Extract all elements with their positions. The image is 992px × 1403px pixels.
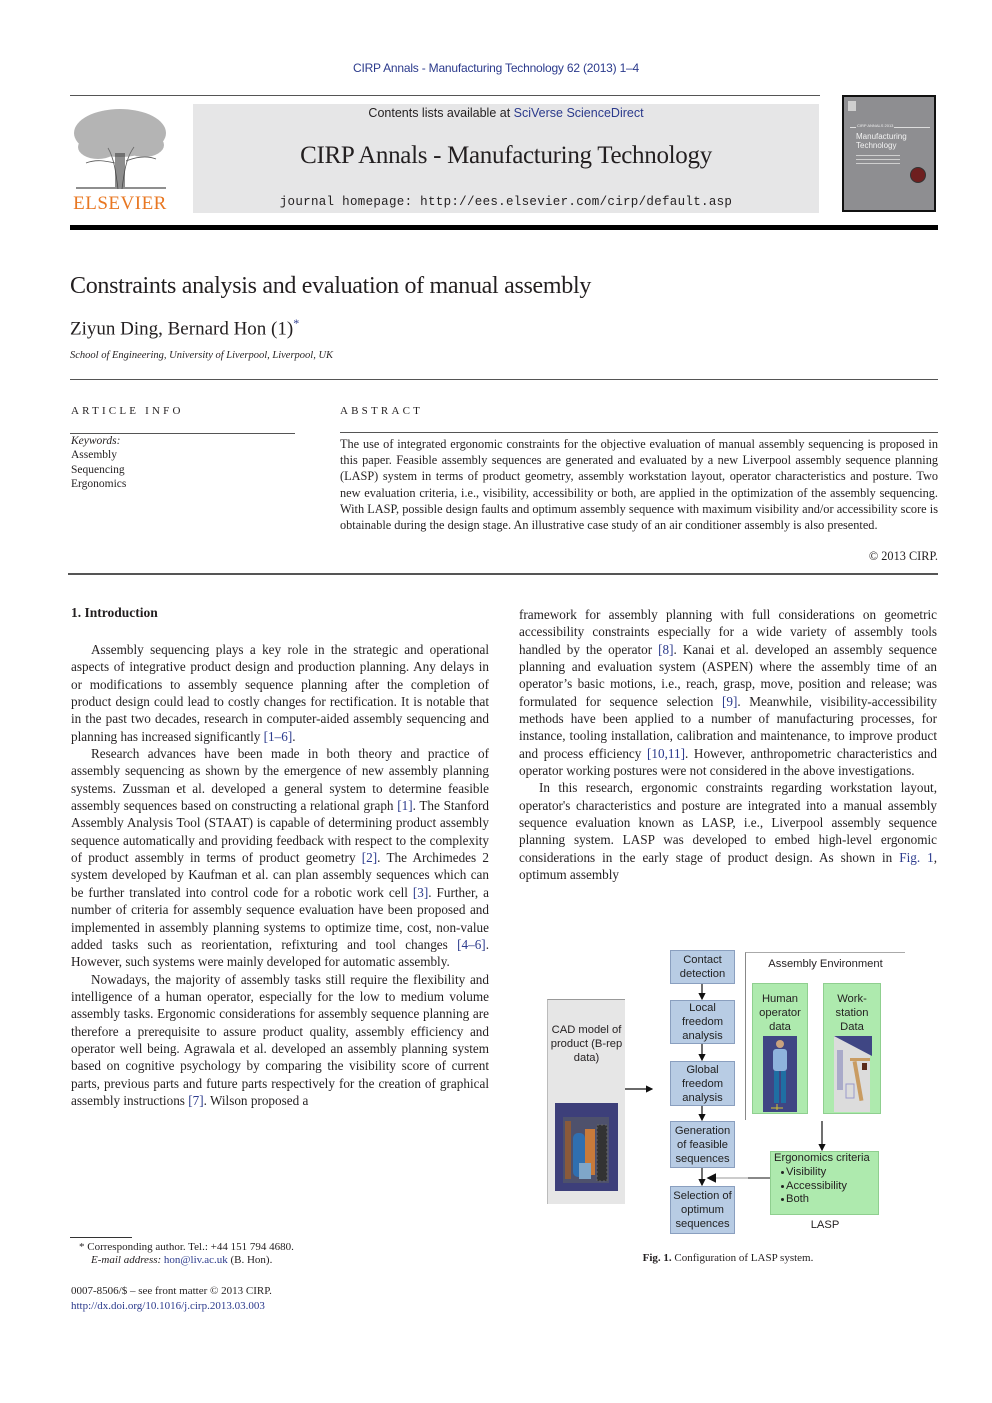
cover-series: CIRP ANNALS 2013 — [856, 123, 895, 128]
journal-banner: Contents lists available at SciVerse Sci… — [193, 104, 819, 213]
corresponding-author-mark[interactable]: * — [293, 316, 299, 330]
journal-title: CIRP Annals - Manufacturing Technology — [300, 142, 712, 169]
paragraph-text: In this research, ergonomic constraints … — [519, 780, 937, 865]
authors: Ziyun Ding, Bernard Hon (1)* — [70, 316, 299, 340]
left-column: Assembly sequencing plays a key role in … — [71, 641, 489, 1109]
figure-caption-label: Fig. 1. — [642, 1252, 672, 1264]
running-head[interactable]: CIRP Annals - Manufacturing Technology 6… — [0, 61, 992, 75]
homepage-url[interactable]: http://ees.elsevier.com/cirp/default.asp — [420, 195, 732, 209]
citation-link[interactable]: [9] — [722, 694, 737, 709]
paragraph-text: Nowadays, the majority of assembly tasks… — [71, 971, 489, 1108]
abstract-rule — [340, 432, 938, 433]
header-rule — [70, 95, 820, 96]
article-title: Constraints analysis and evaluation of m… — [70, 273, 592, 299]
contents-label: Contents lists available at — [368, 106, 514, 120]
paragraph: framework for assembly planning with ful… — [519, 606, 937, 779]
email-suffix: (B. Hon). — [227, 1254, 273, 1266]
abstract-copyright: © 2013 CIRP. — [868, 549, 938, 563]
abstract-text: The use of integrated ergonomic constrai… — [340, 437, 938, 533]
doi-link[interactable]: http://dx.doi.org/10.1016/j.cirp.2013.03… — [71, 1300, 265, 1312]
paragraph: In this research, ergonomic constraints … — [519, 779, 937, 883]
cover-title: Manufacturing Technology — [856, 132, 907, 150]
citation-link[interactable]: [10,11] — [647, 746, 685, 761]
keyword: Assembly — [71, 449, 117, 462]
paragraph: Nowadays, the majority of assembly tasks… — [71, 971, 489, 1110]
elsevier-wordmark: ELSEVIER — [73, 193, 167, 214]
homepage-label: journal homepage: — [279, 195, 421, 209]
figure-arrows — [625, 984, 826, 1187]
citation-link[interactable]: Fig. 1 — [899, 850, 933, 865]
paragraph: Research advances have been made in both… — [71, 745, 489, 970]
citation-link[interactable]: [4–6] — [457, 937, 486, 952]
cover-line — [856, 155, 900, 156]
citation-link[interactable]: [1] — [397, 798, 412, 813]
tree-icon — [74, 109, 166, 190]
cover-line — [856, 163, 900, 164]
cirp-seal-icon — [910, 167, 926, 183]
contents-line: Contents lists available at SciVerse Sci… — [193, 106, 819, 120]
paragraph-text: . — [292, 728, 296, 744]
sciencedirect-link[interactable]: SciVerse ScienceDirect — [514, 106, 644, 120]
figure-caption: Fig. 1. Configuration of LASP system. — [519, 1252, 937, 1264]
elsevier-logo[interactable]: ELSEVIER — [68, 103, 172, 215]
paragraph: Assembly sequencing plays a key role in … — [71, 641, 489, 745]
affiliation: School of Engineering, University of Liv… — [70, 350, 334, 361]
front-matter: 0007-8506/$ – see front matter © 2013 CI… — [71, 1284, 272, 1313]
cover-logo-icon — [848, 101, 856, 111]
keyword: Sequencing — [71, 463, 125, 476]
header-thick-rule — [70, 225, 938, 230]
figure-caption-text: Configuration of LASP system. — [671, 1252, 814, 1264]
keywords-label: Keywords: — [71, 435, 121, 447]
article-info-heading: ARTICLE INFO — [71, 405, 184, 417]
issn-line: 0007-8506/$ – see front matter © 2013 CI… — [71, 1285, 272, 1297]
abstract-bottom-rule — [68, 573, 938, 575]
footnote-rule — [70, 1237, 132, 1238]
homepage-line: journal homepage: http://ees.elsevier.co… — [193, 195, 819, 209]
right-column: framework for assembly planning with ful… — [519, 606, 937, 884]
cover-line — [856, 159, 900, 160]
keywords: Keywords: Assembly Sequencing Ergonomics — [71, 434, 126, 491]
paragraph-text: . Wilson proposed a — [203, 1092, 309, 1108]
citation-link[interactable]: [2] — [362, 850, 377, 865]
title-rule — [70, 379, 938, 380]
section-heading: 1. Introduction — [71, 605, 158, 620]
abstract-heading: ABSTRACT — [340, 405, 424, 417]
keyword: Ergonomics — [71, 477, 127, 490]
journal-cover[interactable]: CIRP ANNALS 2013 Manufacturing Technology — [842, 95, 936, 212]
email-note: E-mail address: hon@liv.ac.uk (B. Hon). — [91, 1254, 272, 1266]
citation-link[interactable]: [8] — [658, 642, 673, 657]
author-names: Ziyun Ding, Bernard Hon (1) — [70, 318, 294, 340]
citation-link[interactable]: [1–6] — [264, 729, 293, 744]
figure-1: CAD model of product (B-rep data) Contac… — [540, 940, 910, 1240]
corresponding-author-note: * Corresponding author. Tel.: +44 151 79… — [79, 1241, 294, 1253]
citation-link[interactable]: [7] — [188, 1093, 203, 1108]
citation-link[interactable]: [3] — [413, 885, 428, 900]
email-label: E-mail address: — [91, 1254, 164, 1266]
email-link[interactable]: hon@liv.ac.uk — [164, 1254, 228, 1266]
